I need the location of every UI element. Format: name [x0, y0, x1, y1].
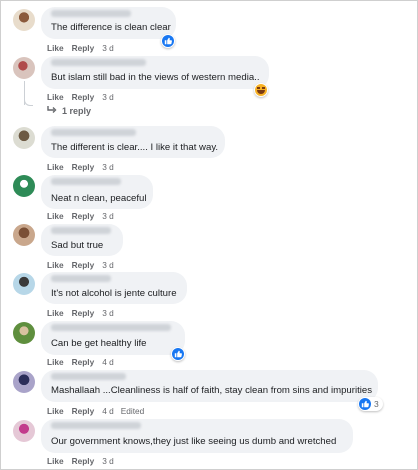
- comment-text: Mashallaah ...Cleanliness is half of fai…: [51, 385, 373, 396]
- avatar[interactable]: [13, 9, 35, 31]
- like-button[interactable]: Like: [47, 43, 64, 53]
- comment-text: The different is clear.... I like it tha…: [51, 142, 219, 153]
- like-button[interactable]: Like: [47, 308, 64, 318]
- reply-button[interactable]: Reply: [72, 406, 95, 416]
- author-name-redacted: [51, 129, 136, 136]
- timestamp[interactable]: 3 d: [102, 92, 114, 102]
- comment-actions: Like Reply 4 d: [47, 357, 114, 367]
- comment-text: It's not alcohol is jente culture: [51, 288, 177, 299]
- comment-bubble: Sad but true: [41, 224, 123, 256]
- timestamp[interactable]: 3 d: [102, 162, 114, 172]
- reaction-count[interactable]: [171, 347, 185, 361]
- avatar[interactable]: [13, 175, 35, 197]
- like-button[interactable]: Like: [47, 357, 64, 367]
- reply-count[interactable]: 1 reply: [62, 106, 91, 116]
- comment-text: Neat n clean, peaceful: [51, 193, 147, 204]
- reply-button[interactable]: Reply: [72, 43, 95, 53]
- comment-bubble: Mashallaah ...Cleanliness is half of fai…: [41, 370, 378, 402]
- like-button[interactable]: Like: [47, 260, 64, 270]
- comment-actions: Like Reply 3 d: [47, 308, 114, 318]
- author-name-redacted: [51, 10, 131, 17]
- reply-button[interactable]: Reply: [72, 357, 95, 367]
- comment-text: But islam still bad in the views of west…: [51, 72, 260, 83]
- reply-button[interactable]: Reply: [72, 456, 95, 466]
- reply-button[interactable]: Reply: [72, 308, 95, 318]
- timestamp[interactable]: 3 d: [102, 211, 114, 221]
- comment-bubble: Can be get healthy life: [41, 321, 185, 355]
- reply-button[interactable]: Reply: [72, 92, 95, 102]
- reply-arrow-icon: [47, 106, 57, 116]
- reply-button[interactable]: Reply: [72, 162, 95, 172]
- comment-text: Our government knows,they just like seei…: [51, 436, 337, 447]
- comments-panel: The difference is clean clear Like Reply 3…: [0, 0, 418, 470]
- like-button[interactable]: Like: [47, 456, 64, 466]
- comment-text: Can be get healthy life: [51, 338, 147, 349]
- comment-actions: Like Reply 3 d: [47, 162, 114, 172]
- timestamp[interactable]: 4 d: [102, 357, 114, 367]
- author-name-redacted: [51, 227, 111, 234]
- author-name-redacted: [51, 373, 126, 380]
- author-name-redacted: [51, 275, 111, 282]
- like-button[interactable]: Like: [47, 211, 64, 221]
- view-replies-link[interactable]: 1 reply: [47, 106, 91, 116]
- like-button[interactable]: Like: [47, 162, 64, 172]
- comment-bubble: Neat n clean, peaceful: [41, 175, 153, 209]
- reaction-count[interactable]: [254, 83, 268, 97]
- author-name-redacted: [51, 178, 121, 185]
- comment-bubble: It's not alcohol is jente culture: [41, 272, 187, 304]
- comment-bubble: But islam still bad in the views of west…: [41, 56, 269, 89]
- comment-actions: Like Reply 4 d Edited: [47, 406, 144, 416]
- author-name-redacted: [51, 59, 146, 66]
- reaction-number: 3: [374, 399, 379, 409]
- avatar[interactable]: [13, 322, 35, 344]
- reaction-count[interactable]: 3: [358, 397, 383, 411]
- avatar[interactable]: [13, 224, 35, 246]
- avatar[interactable]: [13, 57, 35, 79]
- comment-actions: Like Reply 3 d: [47, 456, 114, 466]
- like-icon: [162, 35, 174, 47]
- comment-text: Sad but true: [51, 240, 104, 251]
- reply-button[interactable]: Reply: [72, 211, 95, 221]
- avatar[interactable]: [13, 420, 35, 442]
- avatar[interactable]: [13, 371, 35, 393]
- timestamp[interactable]: 3 d: [102, 456, 114, 466]
- avatar[interactable]: [13, 127, 35, 149]
- comment-actions: Like Reply 3 d: [47, 43, 114, 53]
- like-icon: [172, 348, 184, 360]
- like-button[interactable]: Like: [47, 406, 64, 416]
- timestamp[interactable]: 3 d: [102, 260, 114, 270]
- edited-label: Edited: [120, 406, 145, 416]
- comment-bubble: Our government knows,they just like seei…: [41, 419, 353, 453]
- thread-line: [24, 81, 33, 106]
- author-name-redacted: [51, 422, 141, 429]
- comment-text: The difference is clean clear: [51, 22, 171, 33]
- avatar[interactable]: [13, 273, 35, 295]
- reaction-count[interactable]: [161, 34, 175, 48]
- timestamp[interactable]: 4 d: [102, 406, 114, 416]
- haha-icon: [255, 84, 267, 96]
- timestamp[interactable]: 3 d: [102, 43, 114, 53]
- timestamp[interactable]: 3 d: [102, 308, 114, 318]
- comment-actions: Like Reply 3 d: [47, 260, 114, 270]
- reply-button[interactable]: Reply: [72, 260, 95, 270]
- like-icon: [359, 398, 371, 410]
- comment-actions: Like Reply 3 d: [47, 92, 114, 102]
- author-name-redacted: [51, 324, 171, 331]
- comment-bubble: The different is clear.... I like it tha…: [41, 126, 225, 158]
- like-button[interactable]: Like: [47, 92, 64, 102]
- comment-bubble: The difference is clean clear: [41, 7, 176, 39]
- comment-actions: Like Reply 3 d: [47, 211, 114, 221]
